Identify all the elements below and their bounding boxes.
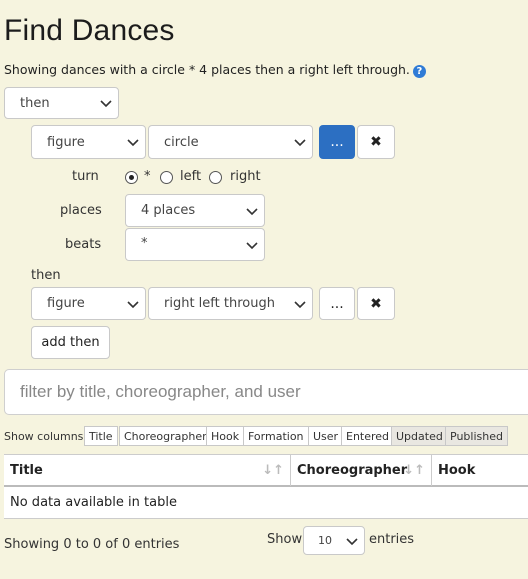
sort-icon: ↓↑ — [403, 463, 425, 478]
help-icon[interactable]: ? — [412, 65, 426, 78]
filter-placeholder: filter by title, choreographer, and user — [20, 382, 301, 401]
sort-icon: ↓↑ — [262, 463, 284, 478]
turn-label: turn — [72, 169, 99, 184]
add-then-label: add then — [41, 335, 100, 350]
chevron-down-icon — [127, 300, 139, 308]
beats-label: beats — [65, 237, 102, 252]
column-header-hook[interactable]: Hook — [432, 455, 528, 486]
column-toggle-published[interactable]: Published — [445, 426, 508, 446]
turn-radio-left[interactable] — [160, 171, 173, 184]
search-summary: Showing dances with a circle * 4 places … — [4, 62, 426, 78]
close-icon: ✖ — [370, 295, 382, 312]
page-length-value: 10 — [318, 534, 332, 547]
beats-value: * — [141, 236, 148, 251]
chevron-down-icon — [127, 139, 139, 147]
chevron-down-icon — [346, 537, 358, 545]
then-label: then — [31, 268, 61, 283]
table-info: Showing 0 to 0 of 0 entries — [4, 537, 180, 552]
column-header-choreographer[interactable]: Choreographer ↓↑ — [291, 455, 432, 486]
clause1-more-button[interactable]: ... — [319, 125, 355, 159]
clause1-kind-select[interactable]: figure — [31, 125, 146, 159]
close-icon: ✖ — [370, 134, 382, 150]
table-header: Title ↓↑ Choreographer ↓↑ Hook — [4, 454, 528, 487]
clause1-figure-value: circle — [164, 134, 199, 150]
turn-radio-any[interactable] — [125, 171, 138, 184]
places-label: places — [60, 203, 102, 218]
places-select[interactable]: 4 places — [125, 194, 265, 227]
clause2-kind-select[interactable]: figure — [31, 287, 146, 320]
page-length-entries-label: entries — [369, 532, 415, 547]
chevron-down-icon — [100, 100, 112, 108]
column-toggle-updated[interactable]: Updated — [391, 426, 448, 446]
clause2-more-label: ... — [330, 295, 344, 312]
column-toggle-user[interactable]: User — [308, 426, 344, 446]
clause2-remove-button[interactable]: ✖ — [357, 287, 395, 320]
column-toggle-title[interactable]: Title — [84, 426, 118, 446]
clause1-kind-value: figure — [47, 134, 85, 150]
chevron-down-icon — [294, 300, 306, 308]
root-operator-select[interactable]: then — [4, 87, 119, 119]
column-toggle-formation[interactable]: Formation — [243, 426, 309, 446]
beats-select[interactable]: * — [125, 228, 265, 261]
clause2-more-button[interactable]: ... — [319, 287, 355, 320]
column-toggle-entered[interactable]: Entered — [341, 426, 395, 446]
search-summary-text: Showing dances with a circle * 4 places … — [4, 62, 410, 77]
show-columns-label: Show columns — [4, 430, 84, 443]
table-empty-row: No data available in table — [4, 487, 528, 519]
chevron-down-icon — [246, 207, 258, 215]
page-length-show-label: Show — [267, 532, 303, 547]
page-title: Find Dances — [4, 14, 175, 47]
add-then-button[interactable]: add then — [31, 326, 110, 359]
column-toggle-choreographer[interactable]: Choreographer — [119, 426, 212, 446]
clause2-figure-select[interactable]: right left through — [148, 287, 313, 320]
column-header-choreographer-label: Choreographer — [297, 463, 408, 478]
column-header-hook-label: Hook — [438, 463, 476, 478]
clause2-figure-value: right left through — [164, 296, 275, 311]
clause2-kind-value: figure — [47, 296, 85, 311]
chevron-down-icon — [246, 241, 258, 249]
clause1-more-label: ... — [330, 134, 344, 150]
root-operator-value: then — [20, 95, 50, 111]
column-toggle-hook[interactable]: Hook — [206, 426, 245, 446]
column-header-title[interactable]: Title ↓↑ — [4, 455, 291, 486]
chevron-down-icon — [294, 139, 306, 147]
clause1-figure-select[interactable]: circle — [148, 125, 313, 159]
filter-input[interactable]: filter by title, choreographer, and user — [4, 369, 528, 415]
column-header-title-label: Title — [10, 463, 43, 478]
turn-option-left-label: left — [180, 169, 202, 184]
turn-radio-right[interactable] — [209, 171, 222, 184]
page-length-select[interactable]: 10 — [303, 526, 365, 555]
clause1-remove-button[interactable]: ✖ — [357, 125, 395, 159]
turn-option-any-label: * — [144, 169, 151, 184]
turn-option-right-label: right — [230, 169, 261, 184]
places-value: 4 places — [141, 203, 196, 218]
